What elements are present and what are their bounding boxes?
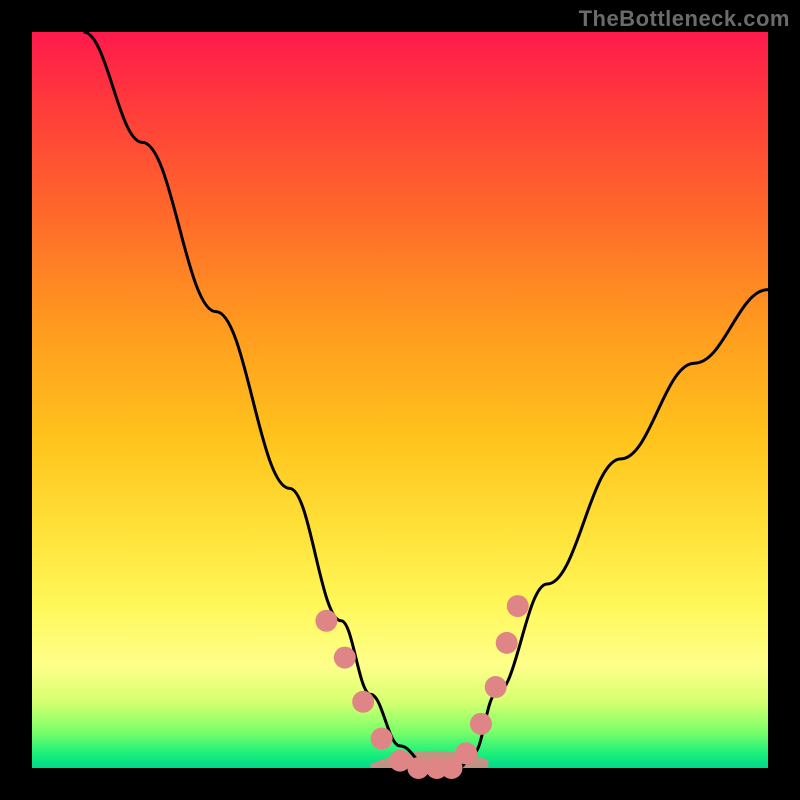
marker-dot	[455, 742, 477, 764]
marker-dot	[334, 647, 356, 669]
marker-dot	[315, 610, 337, 632]
bottleneck-curve-path	[84, 32, 768, 768]
plot-area	[32, 32, 768, 768]
watermark-text: TheBottleneck.com	[579, 6, 790, 32]
marker-dot	[485, 676, 507, 698]
outer-frame: TheBottleneck.com	[0, 0, 800, 800]
marker-dot	[352, 691, 374, 713]
marker-dot	[507, 595, 529, 617]
marker-dot	[470, 713, 492, 735]
chart-svg	[32, 32, 768, 768]
marker-dot	[496, 632, 518, 654]
bottleneck-curve	[84, 32, 768, 768]
marker-dot	[371, 728, 393, 750]
